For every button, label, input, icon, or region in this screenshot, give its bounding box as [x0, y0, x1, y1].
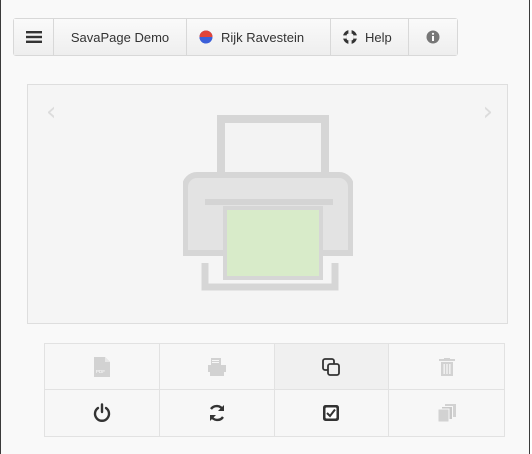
svg-text:PDF: PDF — [96, 369, 105, 374]
chevron-right-icon[interactable]: › — [483, 99, 493, 125]
user-button[interactable]: Rijk Ravestein — [187, 19, 331, 55]
print-button[interactable] — [159, 344, 275, 390]
menu-button[interactable] — [14, 19, 54, 55]
copy-icon — [322, 357, 341, 376]
printer-icon — [183, 115, 353, 291]
help-label: Help — [365, 29, 392, 45]
info-button[interactable] — [409, 19, 457, 55]
print-preview-panel: ‹ › — [27, 84, 508, 324]
top-toolbar: SavaPage Demo Rijk Ravestein Help — [13, 18, 458, 56]
lifebuoy-icon — [343, 30, 357, 44]
printer-icon — [207, 357, 226, 376]
logout-button[interactable] — [45, 390, 160, 436]
brand-button[interactable]: SavaPage Demo — [54, 19, 187, 55]
trash-icon — [438, 357, 455, 376]
info-icon — [426, 30, 440, 44]
help-button[interactable]: Help — [331, 19, 409, 55]
refresh-icon — [209, 404, 224, 422]
copy-button[interactable] — [274, 344, 390, 390]
check-square-icon — [323, 405, 340, 421]
pdf-button[interactable]: PDF — [45, 344, 160, 390]
chevron-left-icon[interactable]: ‹ — [46, 99, 56, 125]
app-frame: SavaPage Demo Rijk Ravestein Help ‹ › PD… — [0, 0, 530, 454]
action-button-grid: PDF — [44, 343, 505, 437]
select-button[interactable] — [274, 390, 390, 436]
user-status-icon — [199, 30, 213, 44]
power-icon — [93, 403, 111, 422]
user-name: Rijk Ravestein — [221, 29, 305, 45]
pages-icon — [437, 404, 456, 422]
delete-button[interactable] — [389, 344, 504, 390]
pages-button[interactable] — [389, 390, 504, 436]
hamburger-icon — [25, 31, 42, 43]
refresh-button[interactable] — [159, 390, 275, 436]
brand-label: SavaPage Demo — [70, 29, 170, 45]
pdf-icon: PDF — [93, 356, 110, 377]
